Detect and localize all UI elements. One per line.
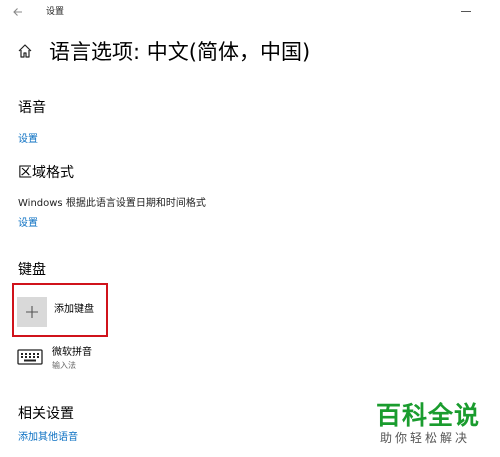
section-heading-region: 区域格式 (18, 165, 74, 181)
minimize-button[interactable] (456, 2, 476, 20)
title-bar: 设置 (0, 0, 500, 24)
add-other-speech-link[interactable]: 添加其他语音 (18, 428, 78, 443)
region-description: Windows 根据此语言设置日期和时间格式 (18, 198, 206, 209)
page-title: 语言选项: 中文(简体，中国) (49, 40, 311, 64)
back-button[interactable] (8, 2, 28, 22)
keyboard-item-name[interactable]: 微软拼音 (52, 343, 92, 358)
keyboard-item-subtitle: 输入法 (52, 361, 76, 370)
section-heading-related: 相关设置 (18, 406, 74, 422)
add-keyboard-label[interactable]: 添加键盘 (54, 300, 94, 315)
keyboard-icon (17, 349, 43, 365)
home-icon (18, 44, 32, 58)
back-arrow-icon (13, 8, 22, 16)
section-heading-speech: 语音 (18, 100, 46, 116)
speech-settings-link[interactable]: 设置 (18, 130, 38, 145)
watermark-tagline: 助你轻松解决 (380, 431, 471, 445)
window-title: 设置 (46, 7, 65, 17)
plus-icon (26, 306, 38, 318)
section-heading-keyboard: 键盘 (18, 262, 46, 278)
keyboard-item[interactable] (17, 347, 43, 367)
watermark-logo: 百科全说 (376, 401, 481, 430)
home-button[interactable] (17, 43, 33, 59)
region-settings-link[interactable]: 设置 (18, 214, 38, 229)
add-keyboard-button[interactable] (17, 297, 47, 327)
